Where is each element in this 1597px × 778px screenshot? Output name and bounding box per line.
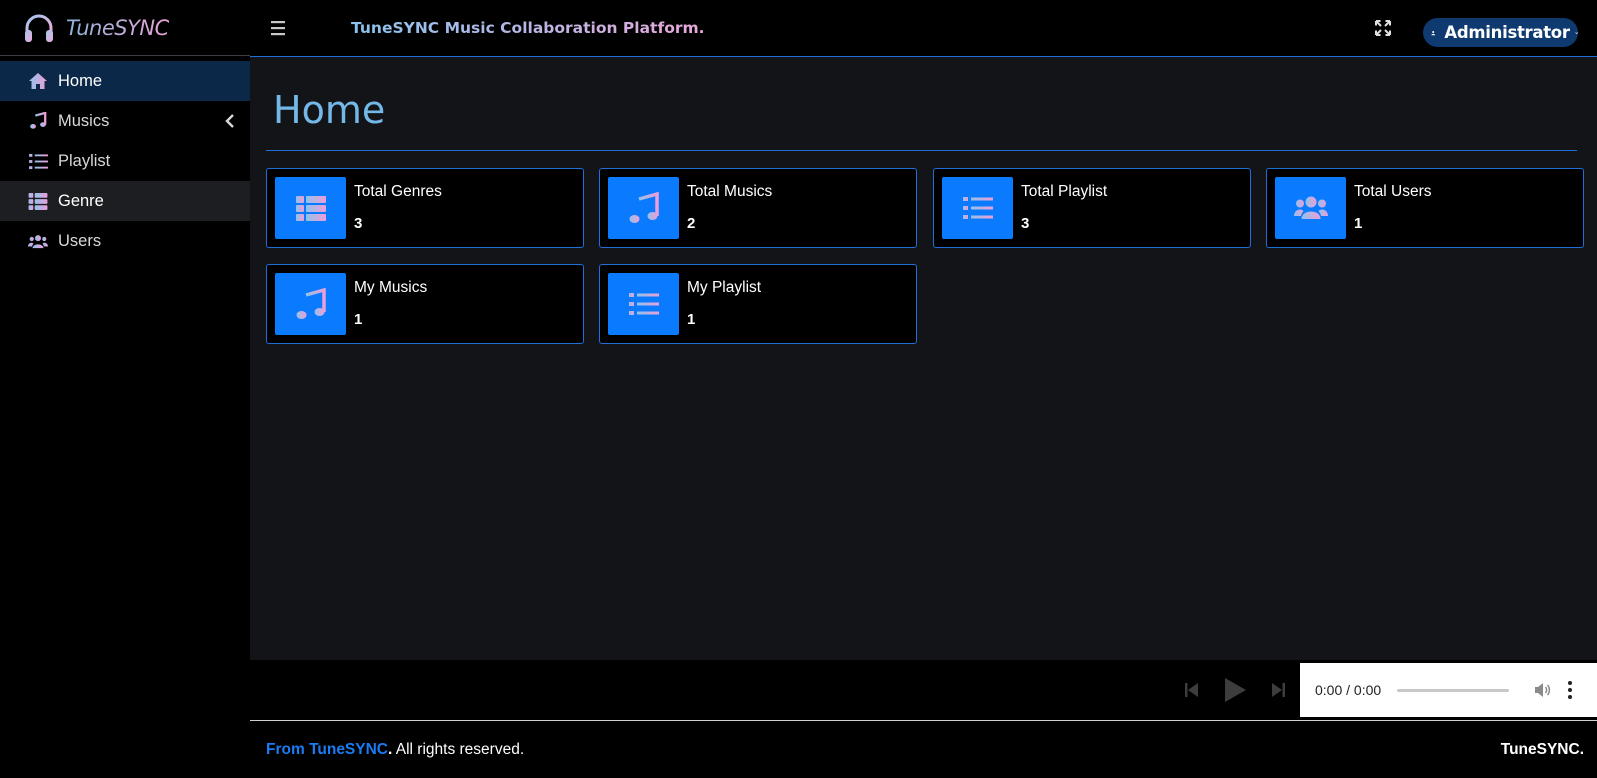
sidebar-item-musics[interactable]: Musics (0, 101, 250, 141)
card-value: 1 (687, 311, 696, 328)
card-value: 3 (1021, 215, 1030, 232)
table-list-icon (295, 196, 326, 221)
music-note-icon (296, 287, 326, 319)
fullscreen-icon[interactable] (1374, 19, 1392, 37)
page-title: Home (273, 88, 386, 132)
sidebar-item-playlist[interactable]: Playlist (0, 141, 250, 181)
list-icon (628, 293, 659, 315)
list-icon (28, 151, 48, 171)
card-icon-tile (1275, 177, 1346, 239)
sidebar-item-label: Musics (58, 111, 110, 130)
headphones-icon (25, 14, 53, 42)
hamburger-menu-icon[interactable] (270, 18, 292, 38)
card-label: Total Musics (687, 183, 773, 200)
chevron-left-icon[interactable] (224, 113, 236, 129)
volume-icon[interactable] (1533, 681, 1551, 699)
sidebar-item-home[interactable]: Home (0, 61, 250, 101)
sidebar-item-label: Genre (58, 191, 104, 210)
card-label: Total Genres (354, 183, 442, 200)
skip-previous-icon[interactable] (1183, 681, 1199, 699)
footer-text: All rights reserved. (392, 741, 525, 758)
stat-card-total-playlist[interactable]: Total Playlist 3 (933, 168, 1251, 248)
user-icon (1431, 30, 1436, 35)
stat-card-total-genres[interactable]: Total Genres 3 (266, 168, 584, 248)
card-icon-tile (275, 177, 346, 239)
sidebar-nav: Home Musics Playlist Genre Users (0, 61, 250, 261)
card-label: My Playlist (687, 279, 762, 296)
stat-card-total-users[interactable]: Total Users 1 (1266, 168, 1584, 248)
card-icon-tile (942, 177, 1013, 239)
user-name: Administrator (1444, 23, 1570, 42)
chevron-down-icon (1575, 31, 1578, 34)
users-icon (28, 231, 48, 251)
top-header: TuneSYNC Music Collaboration Platform. A… (250, 0, 1597, 57)
stat-card-total-musics[interactable]: Total Musics 2 (599, 168, 917, 248)
footer: From TuneSYNC. All rights reserved. Tune… (250, 721, 1597, 778)
card-label: Total Users (1354, 183, 1432, 200)
music-note-icon (28, 111, 48, 131)
sidebar: TuneSYNC Home Musics Playlist Genre User… (0, 0, 250, 778)
card-value: 1 (354, 311, 363, 328)
sidebar-item-genre[interactable]: Genre (0, 181, 250, 221)
footer-link[interactable]: TuneSYNC (309, 741, 388, 758)
skip-next-icon[interactable] (1271, 681, 1287, 699)
card-value: 1 (1354, 215, 1363, 232)
footer-brand: TuneSYNC. (1500, 741, 1584, 758)
more-options-icon[interactable] (1566, 680, 1574, 700)
stat-card-my-playlist[interactable]: My Playlist 1 (599, 264, 917, 344)
card-icon-tile (608, 177, 679, 239)
play-icon[interactable] (1222, 676, 1248, 704)
header-title: TuneSYNC Music Collaboration Platform. (351, 19, 705, 37)
users-icon (1293, 196, 1328, 219)
brand-name: TuneSYNC (66, 15, 169, 40)
card-label: My Musics (354, 279, 428, 296)
card-value: 2 (687, 215, 696, 232)
table-list-icon (28, 191, 48, 211)
card-icon-tile (608, 273, 679, 335)
audio-time: 0:00 / 0:00 (1315, 682, 1382, 698)
footer-prefix: From (266, 741, 310, 758)
list-icon (962, 197, 993, 219)
footer-copyright: From TuneSYNC. All rights reserved. (266, 741, 524, 759)
audio-seek-slider[interactable] (1397, 689, 1509, 692)
stat-card-my-musics[interactable]: My Musics 1 (266, 264, 584, 344)
divider (266, 150, 1577, 151)
sidebar-item-label: Home (58, 71, 103, 90)
music-note-icon (629, 191, 659, 223)
user-menu-button[interactable]: Administrator (1423, 18, 1578, 47)
card-icon-tile (275, 273, 346, 335)
audio-player[interactable]: 0:00 / 0:00 (1300, 663, 1597, 717)
sidebar-item-label: Users (58, 231, 102, 250)
sidebar-item-users[interactable]: Users (0, 221, 250, 261)
sidebar-item-label: Playlist (58, 151, 111, 170)
brand[interactable]: TuneSYNC (0, 0, 250, 56)
card-label: Total Playlist (1021, 183, 1108, 200)
card-value: 3 (354, 215, 363, 232)
home-icon (28, 71, 48, 91)
